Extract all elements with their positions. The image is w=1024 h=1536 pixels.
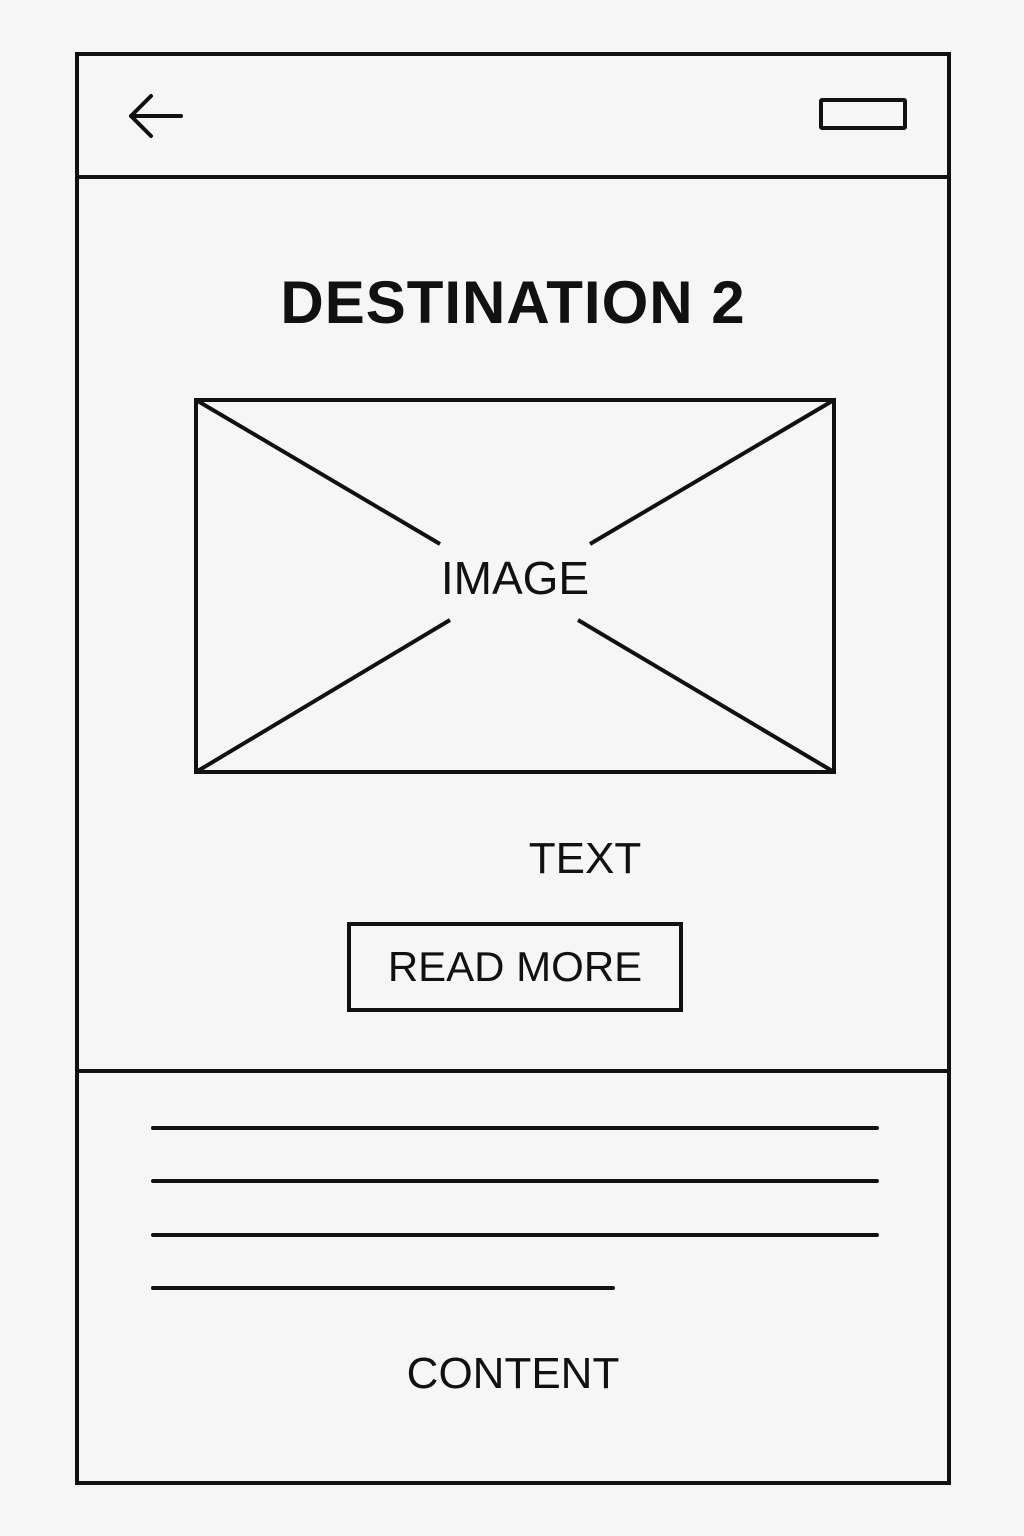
image-placeholder: IMAGE — [194, 398, 836, 774]
content-label: CONTENT — [406, 1349, 620, 1398]
wireframe-frame: DESTINATION 2 IMAGE TEXT READ MORE CONTE… — [75, 52, 951, 1485]
arrow-left-icon — [129, 94, 183, 138]
read-more-button[interactable]: READ MORE — [347, 922, 683, 1012]
text-line — [151, 1286, 615, 1290]
page-title: DESTINATION 2 — [280, 269, 746, 336]
text-line — [151, 1126, 879, 1130]
section-divider — [79, 1069, 947, 1073]
top-bar — [79, 56, 947, 179]
image-placeholder-label: IMAGE — [440, 552, 590, 604]
text-line — [151, 1179, 879, 1183]
back-button[interactable] — [123, 90, 187, 142]
text-placeholder: TEXT — [528, 834, 642, 883]
text-line — [151, 1233, 879, 1237]
menu-button[interactable] — [819, 98, 907, 130]
